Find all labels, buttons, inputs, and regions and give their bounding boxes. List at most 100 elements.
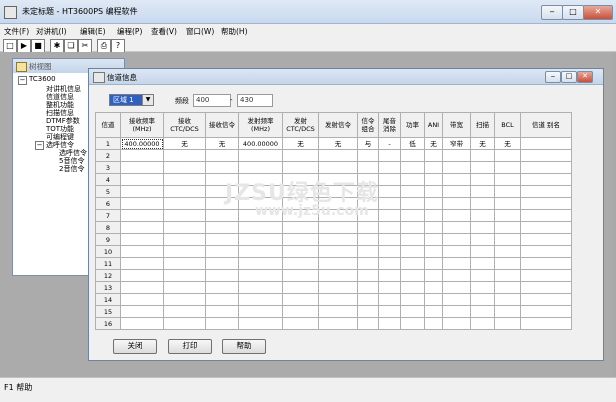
grid-cell[interactable] xyxy=(424,281,443,294)
maximize-button[interactable]: □ xyxy=(562,5,584,20)
grid-cell[interactable] xyxy=(238,305,283,318)
menu-view[interactable]: 查看(V) xyxy=(151,26,177,37)
table-row[interactable]: 11 xyxy=(95,257,572,270)
grid-cell[interactable] xyxy=(520,305,572,318)
table-row[interactable]: 14 xyxy=(95,293,572,306)
grid-cell[interactable] xyxy=(400,257,425,270)
grid-cell[interactable] xyxy=(120,269,164,282)
grid-cell[interactable] xyxy=(424,305,443,318)
grid-cell[interactable] xyxy=(205,305,239,318)
chevron-down-icon[interactable]: ▼ xyxy=(142,95,153,105)
grid-cell[interactable] xyxy=(120,161,164,174)
grid-cell[interactable] xyxy=(318,281,358,294)
grid-cell[interactable] xyxy=(318,245,358,258)
menu-help[interactable]: 帮助(H) xyxy=(221,26,248,37)
table-row[interactable]: 1 400.00000 无无 400.00000 无无与 - 低无窄带无无 xyxy=(95,137,572,150)
grid-cell[interactable] xyxy=(470,209,495,222)
grid-cell[interactable] xyxy=(442,197,471,210)
grid-cell[interactable] xyxy=(120,233,164,246)
grid-cell[interactable] xyxy=(318,257,358,270)
grid-cell[interactable] xyxy=(520,185,572,198)
grid-cell[interactable] xyxy=(120,257,164,270)
grid-cell[interactable] xyxy=(424,293,443,306)
grid-cell[interactable] xyxy=(520,137,572,150)
grid-cell[interactable] xyxy=(238,293,283,306)
grid-cell[interactable] xyxy=(282,281,319,294)
grid-cell[interactable] xyxy=(494,245,521,258)
grid-cell[interactable] xyxy=(470,281,495,294)
print-icon[interactable]: ⎙ xyxy=(97,39,111,53)
grid-cell[interactable] xyxy=(120,293,164,306)
grid-cell[interactable] xyxy=(494,257,521,270)
minimize-button[interactable]: ‒ xyxy=(541,5,563,20)
grid-cell[interactable] xyxy=(470,197,495,210)
grid-cell[interactable] xyxy=(520,257,572,270)
grid-cell[interactable] xyxy=(318,161,358,174)
grid-cell[interactable] xyxy=(424,221,443,234)
grid-cell[interactable] xyxy=(205,257,239,270)
grid-cell[interactable] xyxy=(205,281,239,294)
grid-cell[interactable] xyxy=(282,161,319,174)
grid-cell[interactable] xyxy=(318,293,358,306)
grid-cell[interactable] xyxy=(520,269,572,282)
grid-cell[interactable] xyxy=(120,173,164,186)
grid-cell[interactable] xyxy=(400,233,425,246)
menu-program[interactable]: 编程(P) xyxy=(117,26,142,37)
grid-cell[interactable] xyxy=(520,197,572,210)
grid-cell[interactable] xyxy=(163,221,206,234)
grid-cell[interactable] xyxy=(520,245,572,258)
close-window-button[interactable]: ✕ xyxy=(577,71,593,83)
grid-cell[interactable] xyxy=(442,221,471,234)
grid-cell[interactable] xyxy=(424,233,443,246)
grid-cell[interactable] xyxy=(400,149,425,162)
grid-cell[interactable] xyxy=(357,281,379,294)
grid-cell[interactable] xyxy=(494,161,521,174)
grid-cell[interactable] xyxy=(494,293,521,306)
read-radio-icon[interactable]: ✱ xyxy=(50,39,64,53)
grid-cell[interactable] xyxy=(424,197,443,210)
grid-cell[interactable] xyxy=(238,149,283,162)
grid-cell[interactable] xyxy=(205,293,239,306)
grid-cell[interactable] xyxy=(357,233,379,246)
grid-cell[interactable] xyxy=(378,245,401,258)
grid-cell[interactable] xyxy=(318,269,358,282)
grid-cell[interactable] xyxy=(357,317,379,330)
grid-cell[interactable] xyxy=(520,281,572,294)
grid-cell[interactable] xyxy=(494,149,521,162)
grid-cell[interactable] xyxy=(205,245,239,258)
grid-cell[interactable] xyxy=(238,161,283,174)
grid-cell[interactable] xyxy=(424,185,443,198)
grid-cell[interactable] xyxy=(163,233,206,246)
grid-cell[interactable] xyxy=(282,317,319,330)
grid-cell[interactable] xyxy=(282,293,319,306)
grid-cell[interactable] xyxy=(494,305,521,318)
open-file-icon[interactable]: ▶ xyxy=(17,39,31,53)
collapse-icon[interactable]: − xyxy=(35,141,44,150)
grid-cell[interactable] xyxy=(282,233,319,246)
grid-cell[interactable] xyxy=(378,281,401,294)
grid-cell[interactable] xyxy=(470,185,495,198)
grid-cell[interactable] xyxy=(163,257,206,270)
grid-cell[interactable] xyxy=(282,245,319,258)
grid-cell[interactable] xyxy=(494,185,521,198)
grid-cell[interactable] xyxy=(378,269,401,282)
close-window-button[interactable]: ✕ xyxy=(583,5,613,20)
grid-cell[interactable] xyxy=(442,209,471,222)
grid-cell[interactable] xyxy=(470,173,495,186)
band-high-field[interactable]: 430 xyxy=(237,94,273,107)
grid-cell[interactable]: - xyxy=(378,137,401,150)
grid-cell[interactable] xyxy=(424,161,443,174)
grid-cell[interactable] xyxy=(120,281,164,294)
table-row[interactable]: 13 xyxy=(95,281,572,294)
collapse-icon[interactable]: − xyxy=(18,76,27,85)
grid-cell[interactable] xyxy=(494,173,521,186)
grid-cell[interactable] xyxy=(163,149,206,162)
grid-cell[interactable] xyxy=(494,233,521,246)
grid-cell[interactable] xyxy=(424,173,443,186)
table-row[interactable]: 2 xyxy=(95,149,572,162)
grid-cell[interactable] xyxy=(494,221,521,234)
table-row[interactable]: 15 xyxy=(95,305,572,318)
grid-cell[interactable] xyxy=(520,173,572,186)
grid-cell[interactable]: 窄带 xyxy=(442,137,471,150)
grid-cell[interactable] xyxy=(470,305,495,318)
